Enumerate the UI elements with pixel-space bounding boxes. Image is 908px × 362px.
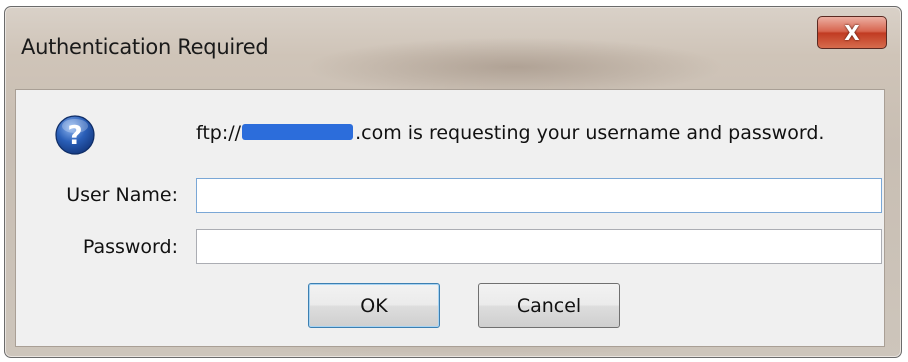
dialog-content: ? ftp:// .com is requesting your username… [15, 89, 885, 347]
auth-dialog: Authentication Required X ? ftp:// .com i… [4, 6, 902, 358]
background-blur [305, 37, 725, 97]
dialog-title: Authentication Required [21, 35, 269, 59]
close-button[interactable]: X [817, 16, 887, 49]
cancel-button[interactable]: Cancel [478, 283, 620, 328]
question-icon: ? [55, 115, 95, 155]
username-label: User Name: [66, 184, 178, 206]
svg-text:?: ? [67, 121, 82, 151]
ok-button[interactable]: OK [308, 283, 440, 328]
password-input[interactable] [196, 229, 882, 264]
password-label: Password: [82, 236, 178, 258]
redacted-host [242, 124, 354, 140]
message-prefix: ftp:// [196, 122, 242, 144]
auth-message: ftp:// .com is requesting your username a… [196, 122, 824, 144]
message-suffix: .com is requesting your username and pas… [355, 122, 825, 144]
close-icon: X [844, 20, 860, 45]
username-input[interactable] [196, 178, 882, 213]
